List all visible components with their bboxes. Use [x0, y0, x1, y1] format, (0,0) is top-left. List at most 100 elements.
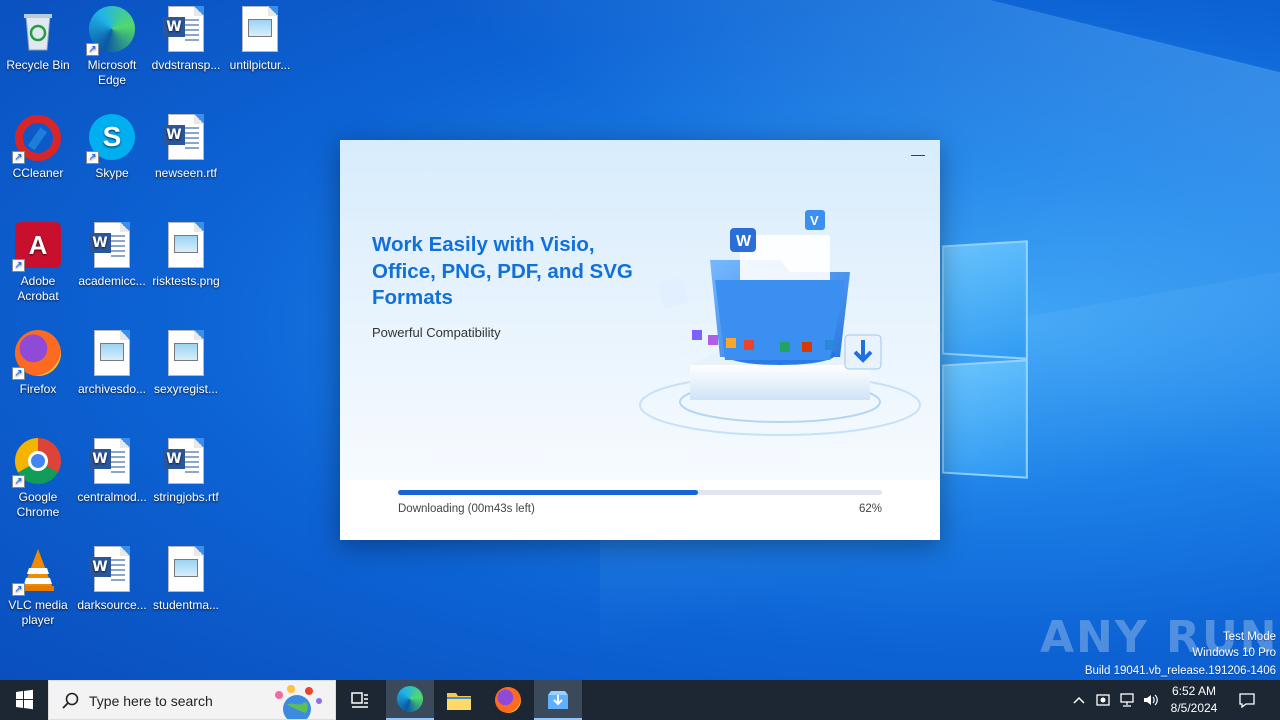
desktop-icon-microsoft-edge[interactable]: ↗ Microsoft Edge — [74, 6, 150, 88]
desktop-icon-label: dvdstransp... — [151, 58, 221, 72]
desktop-icon-risktests[interactable]: risktests.png — [148, 222, 224, 289]
edge-icon — [397, 686, 423, 712]
desktop-icon-label: darksource... — [77, 598, 147, 612]
desktop-icon-label: Microsoft Edge — [87, 58, 137, 87]
taskbar-clock[interactable]: 6:52 AM 8/5/2024 — [1160, 683, 1228, 717]
start-button[interactable] — [0, 680, 48, 720]
desktop-icon-academicc[interactable]: W academicc... — [74, 222, 150, 289]
word-doc-icon: W — [88, 222, 136, 270]
desktop-icon-label: Adobe Acrobat — [17, 274, 59, 303]
clock-time: 6:52 AM — [1171, 684, 1217, 698]
download-percent: 62% — [858, 503, 882, 515]
installer-hero-banner: — Work Easily with Visio, Office, PNG, P… — [340, 140, 940, 480]
clock-date: 8/5/2024 — [1170, 701, 1218, 715]
desktop-icon-stringjobs[interactable]: W stringjobs.rtf — [148, 438, 224, 505]
taskbar-installer[interactable] — [534, 680, 582, 720]
desktop-icon-archivesdo[interactable]: archivesdo... — [74, 330, 150, 397]
firefox-icon: ↗ — [12, 330, 62, 380]
download-progress-fill — [398, 490, 699, 495]
skype-icon: S ↗ — [86, 114, 136, 164]
taskbar-file-explorer[interactable] — [435, 680, 483, 720]
chevron-up-icon — [1073, 696, 1085, 704]
edge-icon: ↗ — [86, 6, 136, 56]
tray-security-button[interactable] — [1092, 680, 1114, 720]
action-center-button[interactable] — [1232, 680, 1262, 720]
download-progress-bar — [398, 490, 882, 495]
desktop-icon-google-chrome[interactable]: ↗ Google Chrome — [0, 438, 76, 520]
desktop-icon-label: Firefox — [19, 382, 57, 396]
desktop-icon-darksource[interactable]: W darksource... — [74, 546, 150, 613]
taskbar-search-box[interactable]: Type here to search — [48, 680, 336, 720]
desktop-icon-label: academicc... — [78, 274, 146, 288]
wallpaper-logo-pane — [942, 359, 1028, 479]
acrobat-icon: A ↗ — [12, 222, 62, 272]
desktop-icon-label: Skype — [95, 166, 129, 180]
image-file-icon — [162, 222, 210, 270]
svg-text:W: W — [736, 233, 752, 250]
show-hidden-icons-button[interactable] — [1068, 680, 1090, 720]
volume-button[interactable] — [1140, 680, 1162, 720]
minimize-button[interactable]: — — [910, 147, 926, 164]
image-file-icon — [162, 330, 210, 378]
installer-headline: Work Easily with Visio, Office, PNG, PDF… — [372, 233, 633, 309]
windows-edition-label: Windows 10 Pro — [1192, 647, 1276, 659]
desktop-icon-centralmod[interactable]: W centralmod... — [74, 438, 150, 505]
image-file-icon — [162, 546, 210, 594]
taskbar-edge[interactable] — [386, 680, 434, 720]
shortcut-arrow-icon: ↗ — [12, 151, 25, 164]
wallpaper-logo-pane — [942, 240, 1028, 360]
task-view-button[interactable] — [336, 680, 384, 720]
desktop-icon-firefox[interactable]: ↗ Firefox — [0, 330, 76, 397]
desktop-icon-newseen[interactable]: W newseen.rtf — [148, 114, 224, 181]
desktop-icon-adobe-acrobat[interactable]: A ↗ Adobe Acrobat — [0, 222, 76, 304]
desktop-icon-label: studentma... — [152, 598, 220, 612]
word-doc-icon: W — [88, 438, 136, 486]
download-status: Downloading (00m43s left) — [398, 503, 535, 515]
desktop-icon-vlc[interactable]: ↗ VLC media player — [0, 546, 76, 628]
desktop-icon-label: untilpictur... — [229, 58, 291, 72]
search-highlight-globe-icon — [275, 685, 322, 719]
desktop-icon-label: VLC media player — [8, 598, 68, 627]
desktop-icon-ccleaner[interactable]: ↗ CCleaner — [0, 114, 76, 181]
network-button[interactable] — [1116, 680, 1138, 720]
shortcut-arrow-icon: ↗ — [86, 43, 99, 56]
desktop-icon-label: Google Chrome — [16, 490, 60, 519]
windows-logo-icon — [16, 689, 33, 710]
shortcut-arrow-icon: ↗ — [12, 475, 25, 488]
ccleaner-icon: ↗ — [12, 114, 62, 164]
desktop-icon-label: stringjobs.rtf — [153, 490, 219, 504]
desktop-icon-studentma[interactable]: studentma... — [148, 546, 224, 613]
desktop-icon-untilpictur[interactable]: untilpictur... — [222, 6, 298, 73]
word-doc-icon: W — [162, 114, 210, 162]
svg-text:V: V — [810, 213, 819, 228]
search-placeholder: Type here to search — [89, 693, 213, 709]
installer-icon — [548, 691, 568, 709]
desktop-icon-sexyregist[interactable]: sexyregist... — [148, 330, 224, 397]
desktop-icon-label: newseen.rtf — [154, 166, 218, 180]
volume-icon — [1144, 694, 1158, 706]
shortcut-arrow-icon: ↗ — [86, 151, 99, 164]
file-explorer-icon — [447, 693, 471, 710]
shortcut-arrow-icon: ↗ — [12, 259, 25, 272]
desktop-icon-label: sexyregist... — [153, 382, 219, 396]
task-view-icon — [351, 692, 368, 708]
chrome-icon: ↗ — [12, 438, 62, 488]
word-doc-icon: W — [162, 6, 210, 54]
desktop-icon-label: archivesdo... — [77, 382, 147, 396]
test-mode-label: Test Mode — [1222, 631, 1276, 643]
notification-icon — [1239, 693, 1255, 708]
taskbar-firefox[interactable] — [484, 680, 532, 720]
build-label: Build 19041.vb_release.191206-1406 — [1084, 665, 1276, 677]
installer-subtitle: Powerful Compatibility — [372, 325, 501, 340]
desktop-icon-label: risktests.png — [152, 274, 220, 288]
desktop-icon-dvdstransp[interactable]: W dvdstransp... — [148, 6, 224, 73]
file-formats-illustration: W V — [639, 210, 921, 436]
defender-icon — [1096, 694, 1110, 706]
desktop-icon-label: Recycle Bin — [6, 58, 70, 72]
desktop-icon-recycle-bin[interactable]: Recycle Bin — [0, 6, 76, 73]
desktop-icon-skype[interactable]: S ↗ Skype — [74, 114, 150, 181]
installer-window: — Work Easily with Visio, Office, PNG, P… — [340, 140, 940, 540]
image-file-icon — [236, 6, 284, 54]
vlc-icon: ↗ — [12, 546, 62, 596]
image-file-icon — [88, 330, 136, 378]
